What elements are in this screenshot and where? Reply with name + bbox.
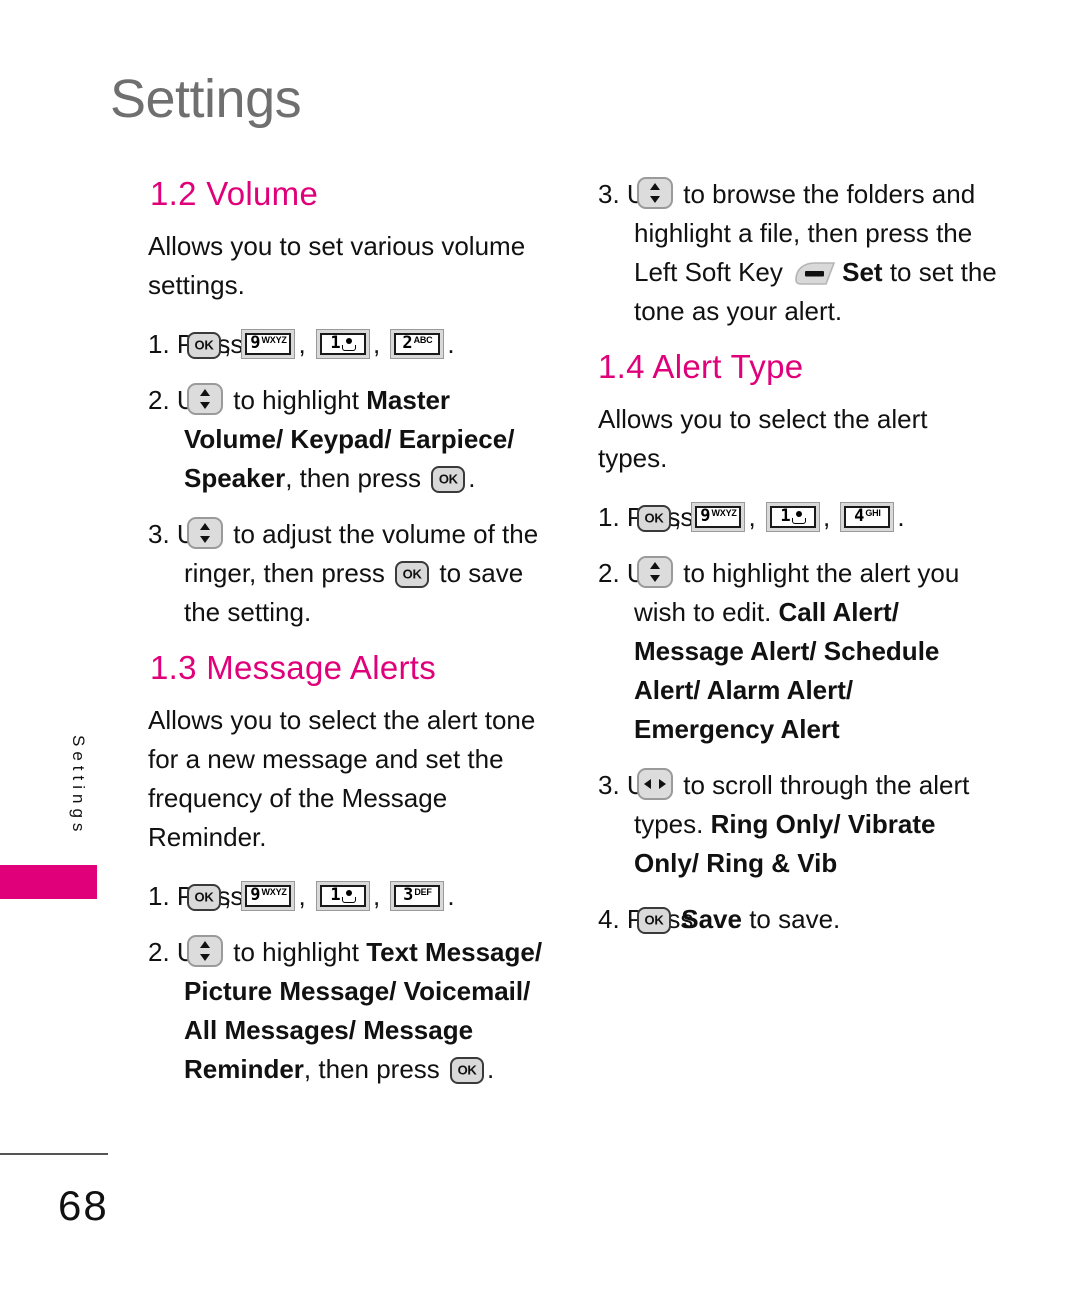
ok-key-icon[interactable]: OK (187, 331, 221, 359)
key-3-icon[interactable]: 3 DEF (390, 880, 445, 911)
section-heading-alert-type: 1.4 Alert Type (598, 348, 804, 385)
message-alerts-step-2-end: . (487, 1053, 495, 1084)
key-4-letters: GHI (865, 508, 881, 519)
key-4-icon[interactable]: 4 GHI (840, 501, 895, 532)
key-1-icon[interactable]: 1 (315, 880, 370, 911)
key-1-icon[interactable]: 1 (315, 328, 370, 359)
volume-step-2-end: . (468, 462, 476, 493)
key-2-icon[interactable]: 2 ABC (390, 328, 445, 359)
ok-key-icon[interactable]: OK (187, 883, 221, 911)
left-column: 1.2 Volume Allows you to set various vol… (148, 175, 550, 1106)
key-4-digit: 4 (854, 506, 865, 527)
key-9-letters: WXYZ (261, 335, 287, 346)
message-alerts-step-2-text: to highlight (233, 936, 359, 967)
set-label: Set (842, 257, 883, 287)
comma-6: , (372, 880, 381, 911)
up-down-nav-key-icon[interactable] (637, 177, 673, 209)
message-alerts-intro: Allows you to select the alert tone for … (148, 704, 536, 852)
period-3: . (897, 501, 905, 532)
page-title: Settings (110, 69, 302, 129)
alert-type-steps: 1. Press OK, 9WXYZ, 1, 4GHI. 2. Use to h… (598, 498, 1000, 939)
ok-key-icon[interactable]: OK (637, 906, 671, 934)
ok-key-icon[interactable]: OK (431, 465, 466, 493)
manual-page: Settings Settings 68 1.2 Volume Allows y… (0, 0, 1080, 1295)
period-1: . (447, 328, 455, 359)
alert-type-step-2: 2. Use to highlight the alert you wish t… (598, 554, 1000, 749)
side-tab-label: Settings (69, 735, 88, 837)
volume-steps: 1. Press OK, 9WXYZ, 1, 2ABC. 2. Use to h… (148, 325, 550, 632)
comma-5: , (298, 880, 306, 911)
ok-key-label: OK (194, 337, 214, 353)
key-1-icon[interactable]: 1 (765, 501, 820, 532)
voicemail-icon (791, 510, 806, 525)
period-2: . (447, 880, 455, 911)
ok-key-icon[interactable]: OK (395, 560, 430, 588)
alert-type-step-4: 4. Press OK Save to save. (598, 900, 1000, 939)
up-down-nav-key-icon[interactable] (187, 382, 223, 415)
up-down-nav-key-icon[interactable] (187, 934, 223, 967)
key-9-icon[interactable]: 9 WXYZ (241, 880, 296, 911)
voicemail-icon (341, 889, 356, 904)
message-alerts-steps: 1. Press OK, 9WXYZ, 1, 3DEF. 2. Use to h… (148, 877, 550, 1089)
comma-3: , (372, 328, 381, 359)
volume-step-3: 3. Use to adjust the volume of the ringe… (148, 515, 550, 632)
ok-key-icon[interactable]: OK (637, 504, 671, 532)
key-9-icon[interactable]: 9 WXYZ (241, 328, 296, 359)
volume-step-2: 2. Use to highlight Master Volume/ Keypa… (148, 381, 550, 498)
key-1-digit: 1 (330, 333, 341, 354)
left-right-nav-key-icon[interactable] (637, 767, 673, 800)
volume-step-2-text: to highlight (233, 384, 359, 415)
message-alerts-step-1: 1. Press OK, 9WXYZ, 1, 3DEF. (148, 877, 550, 916)
alert-type-step-3: 3. Use to scroll through the alert types… (598, 766, 1000, 883)
key-3-digit: 3 (403, 885, 414, 906)
footer-rule (0, 1153, 108, 1155)
side-tab-color-block (0, 865, 97, 899)
alert-type-step-1: 1. Press OK, 9WXYZ, 1, 4GHI. (598, 498, 1000, 537)
message-alerts-steps-continued: 3. Use to browse the folders and highlig… (598, 175, 1000, 331)
key-2-letters: ABC (413, 335, 433, 346)
key-9-digit: 9 (250, 333, 261, 354)
message-alerts-step-2: 2. Use to highlight Text Message/ Pictur… (148, 933, 550, 1089)
message-alerts-step-2-after: , then press (303, 1053, 440, 1084)
page-number: 68 (58, 1182, 109, 1229)
key-3-letters: DEF (414, 887, 432, 898)
ok-key-icon[interactable]: OK (450, 1056, 485, 1084)
comma-8: , (748, 501, 756, 532)
alert-type-intro: Allows you to select the alert types. (598, 403, 928, 473)
left-soft-key-icon[interactable] (793, 260, 837, 288)
key-2-digit: 2 (402, 333, 413, 354)
comma-9: , (822, 501, 831, 532)
up-down-nav-key-icon[interactable] (187, 516, 223, 549)
volume-step-1: 1. Press OK, 9WXYZ, 1, 2ABC. (148, 325, 550, 364)
volume-step-2-after: , then press (285, 462, 422, 493)
volume-intro: Allows you to set various volume setting… (148, 230, 526, 300)
key-9-icon[interactable]: 9 WXYZ (691, 501, 746, 532)
alert-type-step-4-end: to save. (749, 903, 841, 934)
section-heading-message-alerts: 1.3 Message Alerts (150, 648, 437, 686)
up-down-nav-key-icon[interactable] (637, 555, 673, 588)
voicemail-icon (341, 337, 356, 352)
right-column: 3. Use to browse the folders and highlig… (598, 175, 1000, 956)
comma-2: , (298, 328, 306, 359)
side-tab: Settings (58, 735, 98, 841)
message-alerts-step-3: 3. Use to browse the folders and highlig… (598, 175, 1000, 331)
section-heading-volume: 1.2 Volume (150, 175, 319, 212)
